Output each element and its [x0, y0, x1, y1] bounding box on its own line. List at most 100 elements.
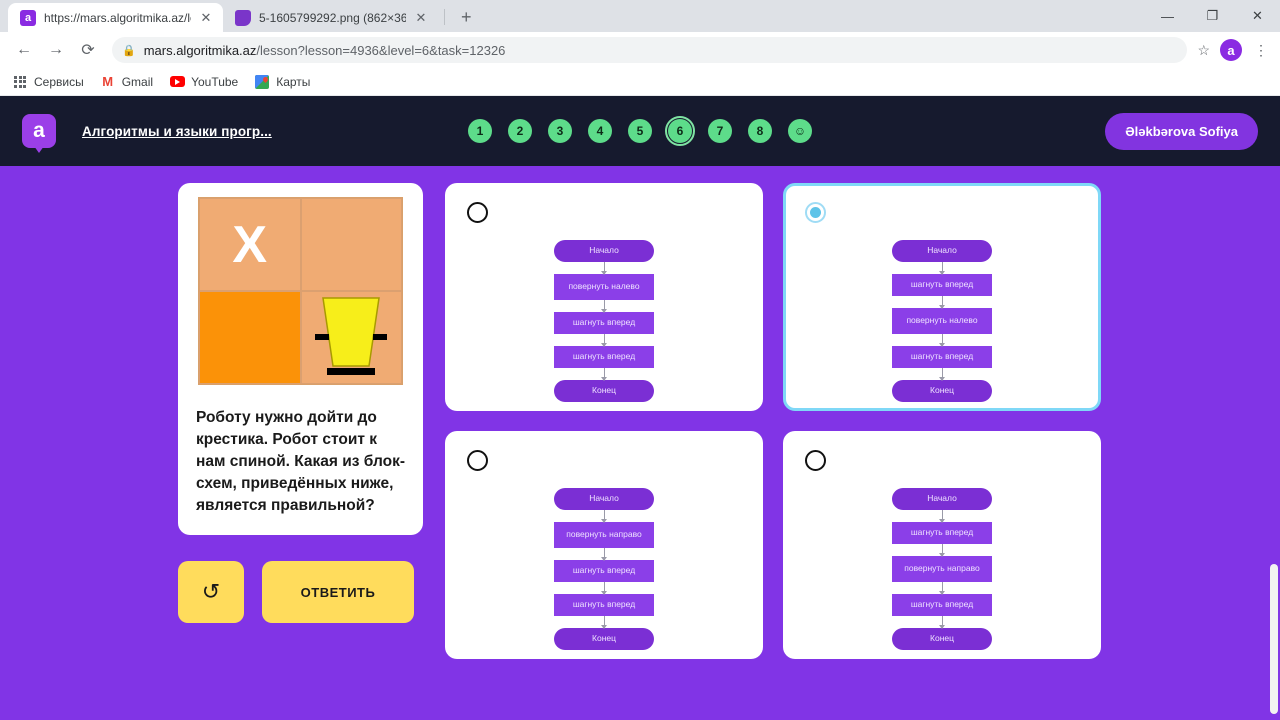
step-5[interactable]: 5 — [625, 116, 655, 146]
flow-arrow — [601, 582, 607, 595]
bookmark-youtube[interactable]: YouTube — [169, 74, 238, 90]
minimize-button[interactable]: — — [1145, 0, 1190, 32]
flow-node-action: повернуть направо — [554, 522, 654, 548]
step-indicator: 1 2 3 4 5 6 7 8 ☺ — [465, 116, 815, 146]
grid-cell-top-right — [300, 198, 402, 291]
bookmark-star-icon[interactable]: ☆ — [1197, 42, 1210, 59]
bookmark-gmail[interactable]: M Gmail — [100, 74, 153, 90]
option-b-flowchart: Начало шагнуть вперед повернуть налево ш… — [892, 240, 992, 402]
new-tab-button[interactable]: + — [461, 7, 472, 28]
option-b-radio-selected[interactable] — [805, 202, 826, 223]
step-label: 1 — [468, 119, 492, 143]
flow-arrow — [939, 616, 945, 629]
close-window-button[interactable]: ✕ — [1235, 0, 1280, 32]
question-card: X Роботу нужно дойти до крестика. Робот … — [178, 183, 423, 535]
forward-button[interactable]: → — [42, 36, 70, 64]
tab-title: 5-1605799292.png (862×360) — [259, 10, 406, 25]
option-b-card[interactable]: Начало шагнуть вперед повернуть налево ш… — [783, 183, 1101, 411]
step-label: 5 — [628, 119, 652, 143]
flow-node-action: повернуть налево — [554, 274, 654, 300]
step-4[interactable]: 4 — [585, 116, 615, 146]
bookmark-services[interactable]: Сервисы — [12, 74, 84, 90]
step-smiley[interactable]: ☺ — [785, 116, 815, 146]
profile-avatar[interactable]: a — [1220, 39, 1242, 61]
option-c-card[interactable]: Начало повернуть направо шагнуть вперед … — [445, 431, 763, 659]
option-d-flowchart: Начало шагнуть вперед повернуть направо … — [892, 488, 992, 650]
scrollbar-thumb[interactable] — [1270, 564, 1278, 714]
step-label: 3 — [548, 119, 572, 143]
youtube-icon — [169, 74, 185, 90]
google-maps-icon — [254, 74, 270, 90]
robot-icon — [315, 297, 388, 375]
lesson-body: X Роботу нужно дойти до крестика. Робот … — [0, 166, 1280, 659]
user-name-button[interactable]: Ələkbərova Sofiya — [1105, 112, 1258, 150]
address-bar[interactable]: 🔒 mars.algoritmika.az/lesson?lesson=4936… — [112, 37, 1188, 63]
flow-arrow — [939, 510, 945, 523]
option-d-radio[interactable] — [805, 450, 826, 471]
action-buttons: ↺ ОТВЕТИТЬ — [178, 561, 423, 623]
bookmark-maps[interactable]: Карты — [254, 74, 310, 90]
flow-node-end: Конец — [892, 628, 992, 650]
flow-node-action: шагнуть вперед — [554, 560, 654, 582]
image-favicon-icon — [235, 9, 251, 26]
flow-arrow — [939, 334, 945, 347]
step-label: 2 — [508, 119, 532, 143]
tab-title: https://mars.algoritmika.az/lesso — [44, 10, 191, 25]
flow-node-end: Конец — [892, 380, 992, 402]
step-7[interactable]: 7 — [705, 116, 735, 146]
browser-tab-0[interactable]: a https://mars.algoritmika.az/lesso ✕ — [8, 3, 223, 32]
back-button[interactable]: ← — [10, 36, 38, 64]
option-a-flowchart: Начало повернуть налево шагнуть вперед ш… — [554, 240, 654, 402]
flow-node-action: повернуть налево — [892, 308, 992, 334]
flow-node-end: Конец — [554, 380, 654, 402]
flow-arrow — [939, 262, 945, 275]
reload-button[interactable]: ⟳ — [74, 36, 102, 64]
flow-arrow — [601, 548, 607, 561]
flow-node-end: Конец — [554, 628, 654, 650]
target-x-marker: X — [232, 215, 268, 274]
flow-node-action: повернуть направо — [892, 556, 992, 582]
step-6-current[interactable]: 6 — [665, 116, 695, 146]
window-controls: — ❐ ✕ — [1145, 0, 1280, 32]
smiley-icon: ☺ — [788, 119, 812, 143]
step-1[interactable]: 1 — [465, 116, 495, 146]
grid-cell-top-left: X — [199, 198, 301, 291]
tab-strip: a https://mars.algoritmika.az/lesso ✕ 5-… — [0, 0, 1280, 32]
reset-button[interactable]: ↺ — [178, 561, 244, 623]
tab-close-icon[interactable]: ✕ — [414, 10, 428, 26]
question-column: X Роботу нужно дойти до крестика. Робот … — [178, 183, 423, 659]
flow-arrow — [939, 296, 945, 309]
flow-node-start: Начало — [892, 488, 992, 510]
flow-arrow — [939, 582, 945, 595]
browser-tab-1[interactable]: 5-1605799292.png (862×360) ✕ — [223, 3, 438, 32]
flow-node-action: шагнуть вперед — [892, 594, 992, 616]
option-a-card[interactable]: Начало повернуть налево шагнуть вперед ш… — [445, 183, 763, 411]
flow-node-action: шагнуть вперед — [554, 594, 654, 616]
bookmark-label: YouTube — [191, 74, 239, 89]
page-scrollbar[interactable] — [1267, 96, 1280, 720]
kebab-menu-icon[interactable]: ⋮ — [1252, 42, 1270, 59]
step-3[interactable]: 3 — [545, 116, 575, 146]
option-a-radio[interactable] — [467, 202, 488, 223]
option-c-radio[interactable] — [467, 450, 488, 471]
algoritmika-logo[interactable]: a — [22, 114, 56, 153]
bookmarks-bar: Сервисы M Gmail YouTube Карты — [0, 68, 1280, 96]
tab-separator — [444, 9, 445, 25]
address-bar-url: mars.algoritmika.az/lesson?lesson=4936&l… — [144, 43, 506, 58]
course-title-link[interactable]: Алгоритмы и языки прогр... — [82, 124, 272, 139]
apps-grid-icon — [12, 74, 28, 90]
tab-close-icon[interactable]: ✕ — [199, 10, 213, 26]
flow-node-start: Начало — [892, 240, 992, 262]
flow-arrow — [601, 334, 607, 347]
step-2[interactable]: 2 — [505, 116, 535, 146]
app-header: a Алгоритмы и языки прогр... 1 2 3 4 5 6… — [0, 96, 1280, 166]
step-8[interactable]: 8 — [745, 116, 775, 146]
step-label: 4 — [588, 119, 612, 143]
answer-button[interactable]: ОТВЕТИТЬ — [262, 561, 414, 623]
flow-arrow — [601, 510, 607, 523]
flow-arrow — [601, 300, 607, 313]
question-text: Роботу нужно дойти до крестика. Робот ст… — [196, 409, 405, 514]
maximize-button[interactable]: ❐ — [1190, 0, 1235, 32]
gmail-icon: M — [102, 74, 114, 89]
option-d-card[interactable]: Начало шагнуть вперед повернуть направо … — [783, 431, 1101, 659]
